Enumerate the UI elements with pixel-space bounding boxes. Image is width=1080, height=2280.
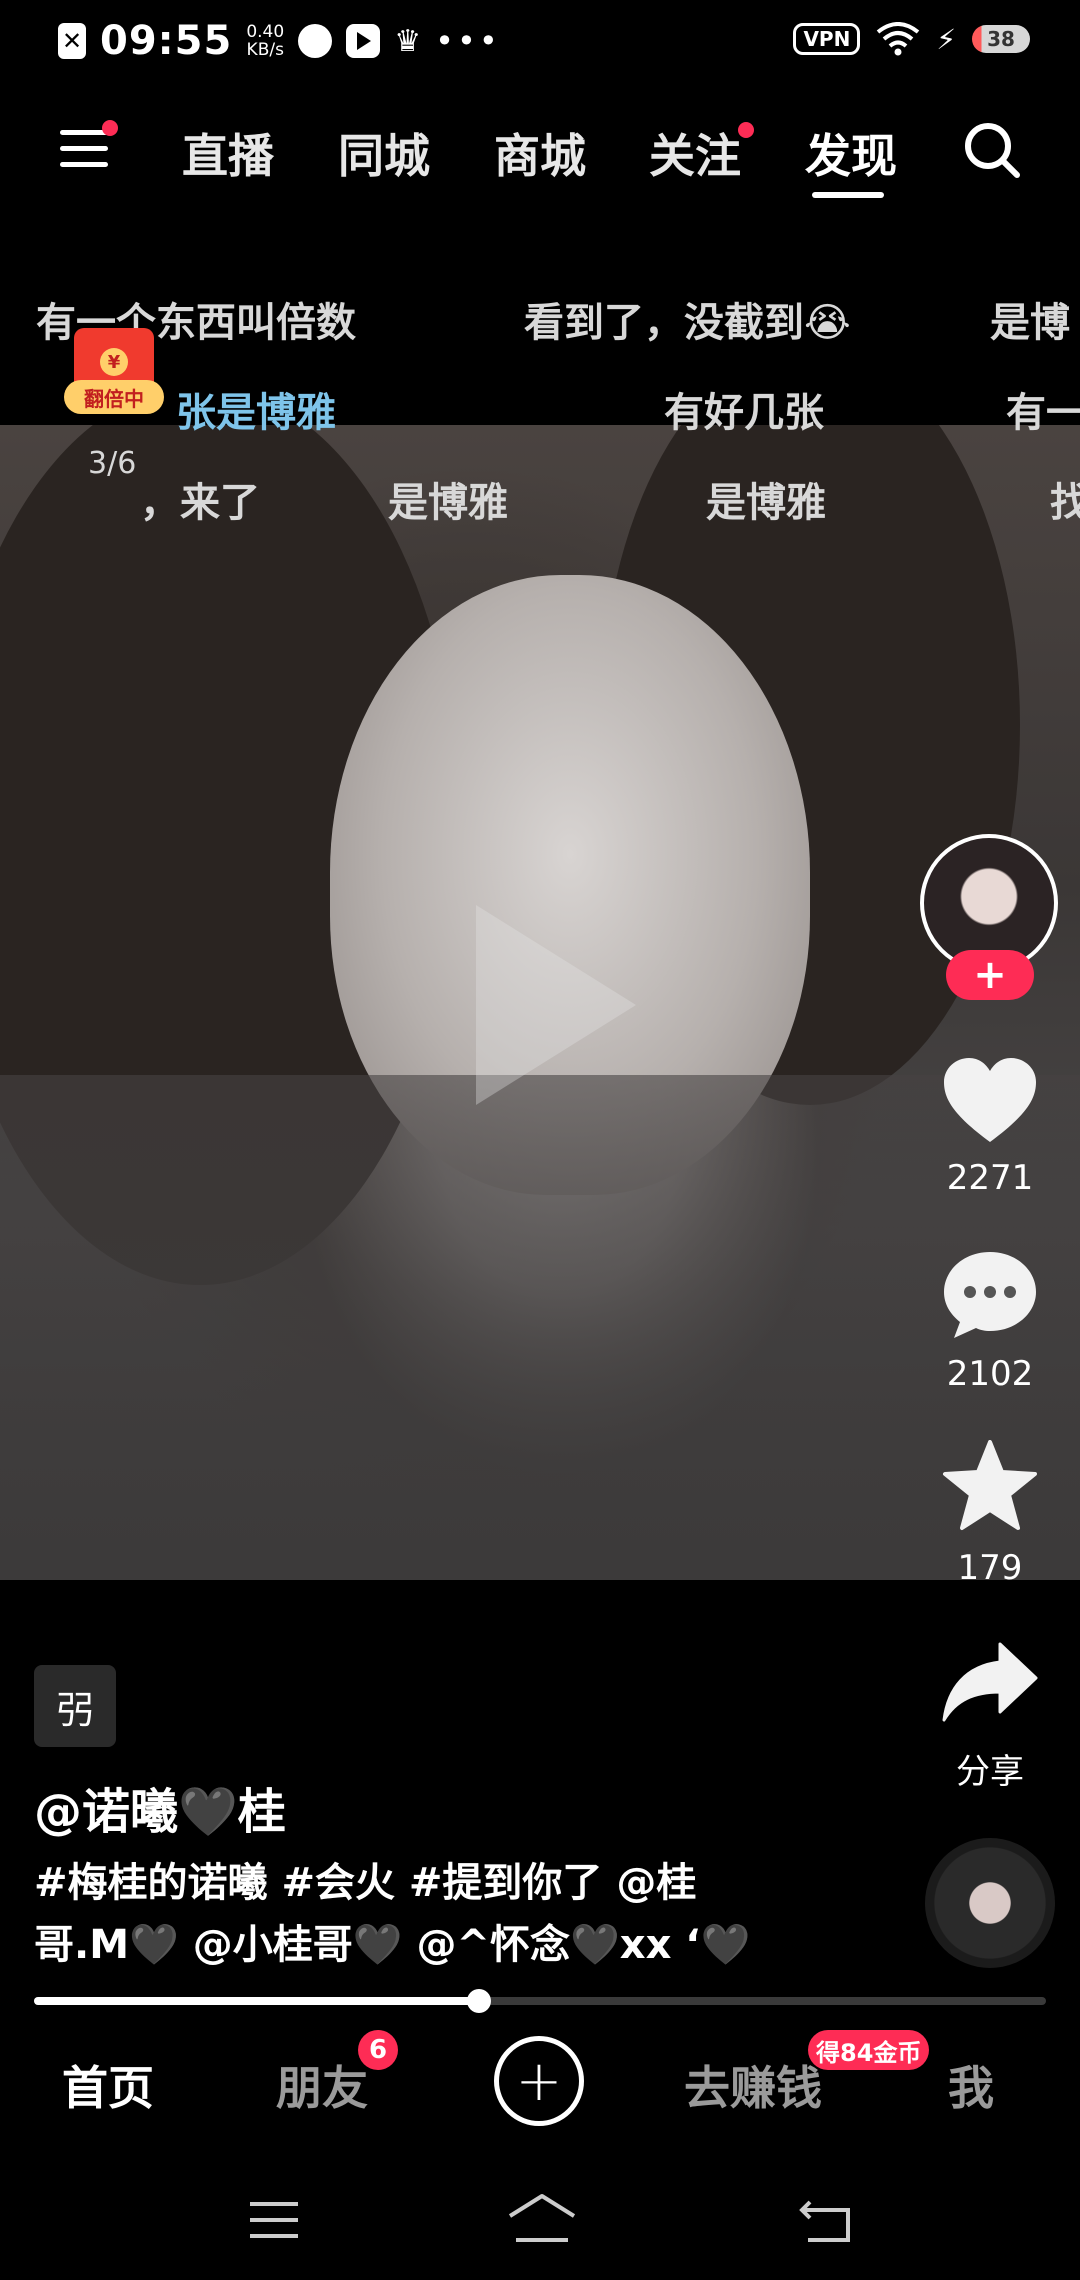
tab-same-city[interactable]: 同城 (338, 120, 430, 186)
battery-indicator: 38 (972, 25, 1030, 53)
comment-icon[interactable] (942, 1250, 1038, 1340)
gauge-icon (298, 24, 333, 58)
recent-apps-icon[interactable] (244, 2190, 304, 2250)
vpn-badge: VPN (793, 23, 861, 55)
nav-earn[interactable]: 去赚钱 (684, 2052, 822, 2118)
tab-following[interactable]: 关注 (649, 120, 741, 186)
tab-discover[interactable]: 发现 (805, 120, 897, 186)
create-button[interactable]: + (494, 2036, 584, 2126)
danmaku-item: 张是博雅 (176, 390, 336, 436)
friends-badge: 6 (358, 2030, 398, 2070)
home-icon[interactable] (506, 2190, 578, 2250)
menu-notification-dot (102, 120, 118, 136)
like-icon[interactable] (942, 1058, 1038, 1144)
favorite-count: 179 (957, 1548, 1023, 1588)
share-icon[interactable] (942, 1642, 1038, 1722)
status-left: ✕ 09:55 0.40 KB/s ♛ ••• (58, 18, 501, 64)
more-notifications-icon: ••• (435, 22, 501, 60)
yuan-coin-icon: ¥ (100, 348, 128, 376)
play-icon[interactable] (476, 905, 636, 1105)
comment-count: 2102 (946, 1354, 1034, 1394)
description-line: #梅桂的诺曦 #会火 #提到你了 @桂 (34, 1860, 697, 1906)
nav-me[interactable]: 我 (948, 2052, 994, 2118)
status-bar: ✕ 09:55 0.40 KB/s ♛ ••• VPN ⚡ 38 (0, 0, 1080, 90)
red-envelope-count: 3/6 (88, 446, 137, 481)
video-app-icon (346, 24, 381, 58)
red-envelope-badge: 翻倍中 (64, 380, 164, 414)
follow-button[interactable]: + (946, 950, 1034, 1000)
description-line: 哥.M🖤 @小桂哥🖤 @^怀念🖤xx ‘🖤 (34, 1922, 751, 1968)
video-clothes (0, 1075, 1080, 1580)
author-name[interactable]: @诺曦🖤桂 (34, 1772, 286, 1842)
danmaku-item: 有好几张 (664, 390, 824, 436)
danmaku-item: 是博雅 (388, 480, 508, 526)
progress-handle[interactable] (467, 1989, 491, 2013)
network-speed-value: 0.40 (246, 22, 285, 42)
progress-fill (34, 1997, 479, 2005)
danmaku-item: ，来了 (140, 480, 260, 526)
music-disc[interactable] (925, 1838, 1055, 1968)
charging-icon: ⚡ (936, 22, 956, 56)
danmaku-item: 有一 (1006, 390, 1080, 436)
danmaku-item: 是博 (990, 300, 1070, 346)
nav-home[interactable]: 首页 (62, 2052, 154, 2118)
status-right: VPN ⚡ 38 (793, 22, 1030, 56)
danmaku-item: 是博雅 (706, 480, 826, 526)
network-speed: 0.40 KB/s (246, 23, 284, 59)
danmaku-item: 找 (1050, 480, 1080, 526)
back-icon[interactable] (796, 2190, 856, 2250)
content-tag-icon[interactable]: 弜 (34, 1665, 116, 1747)
danmaku-item: 看到了，没截到😭 (524, 300, 851, 346)
active-tab-indicator (812, 192, 884, 198)
status-time: 09:55 (100, 18, 233, 64)
earn-badge: 得84金币 (808, 2030, 930, 2070)
network-speed-unit: KB/s (246, 40, 284, 60)
search-icon[interactable] (962, 120, 1022, 180)
sim-off-icon: ✕ (58, 23, 86, 59)
following-notification-dot (738, 122, 754, 138)
tab-live[interactable]: 直播 (182, 120, 274, 186)
share-label: 分享 (956, 1752, 1024, 1792)
menu-button[interactable] (60, 120, 118, 172)
like-count: 2271 (946, 1158, 1034, 1198)
favorite-star-icon[interactable] (942, 1440, 1038, 1532)
wifi-icon (877, 22, 920, 56)
video-description[interactable]: #梅桂的诺曦 #会火 #提到你了 @桂 哥.M🖤 @小桂哥🖤 @^怀念🖤xx ‘… (34, 1852, 794, 1976)
crown-icon: ♛ (394, 23, 422, 59)
tab-mall[interactable]: 商城 (494, 120, 586, 186)
nav-friends[interactable]: 朋友 (276, 2052, 368, 2118)
